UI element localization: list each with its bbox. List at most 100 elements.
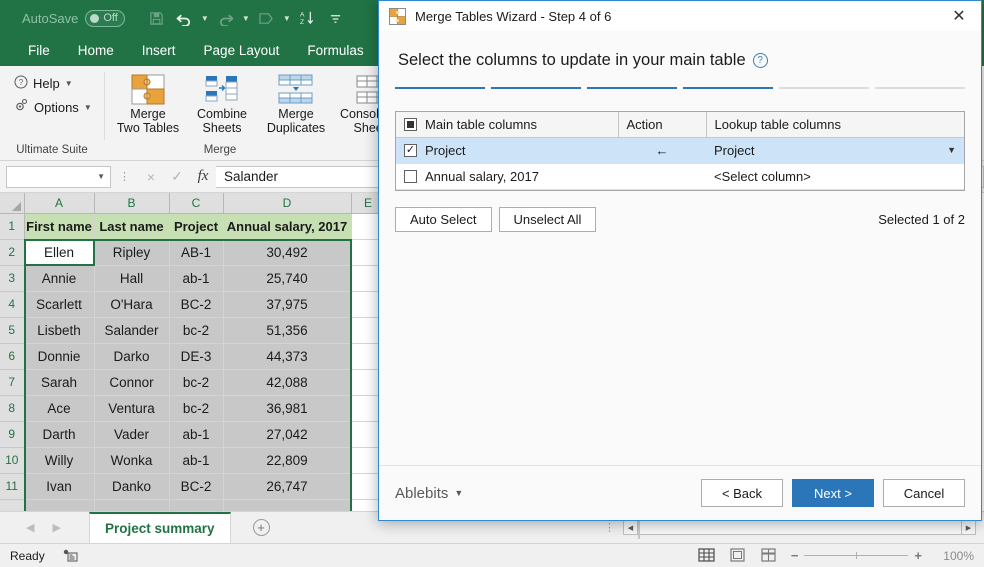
row-2-checkbox[interactable] bbox=[404, 169, 417, 183]
cell-a10[interactable]: Willy bbox=[24, 447, 95, 474]
row-header-6[interactable]: 6 bbox=[0, 343, 25, 370]
cell-b9[interactable]: Vader bbox=[94, 421, 170, 448]
table-row[interactable]: Annual salary, 2017 <Select column> bbox=[396, 163, 964, 190]
cell-b4[interactable]: O'Hara bbox=[94, 291, 170, 318]
row-header-1[interactable]: 1 bbox=[0, 213, 25, 240]
undo-icon[interactable] bbox=[171, 5, 197, 31]
ribbon-tab-home[interactable]: Home bbox=[64, 36, 128, 66]
row-1-checkbox[interactable]: ✓ bbox=[404, 143, 417, 157]
ablebits-menu[interactable]: Ablebits ▼ bbox=[395, 485, 463, 502]
row-header-5[interactable]: 5 bbox=[0, 317, 25, 344]
page-layout-view-icon[interactable] bbox=[729, 548, 746, 563]
autosave-toggle[interactable]: AutoSave Off bbox=[22, 9, 126, 27]
zoom-in-icon[interactable]: + bbox=[914, 548, 922, 563]
scroll-left-icon[interactable]: ◀ bbox=[623, 520, 638, 535]
cell-a3[interactable]: Annie bbox=[24, 265, 95, 292]
select-all-checkbox[interactable] bbox=[404, 117, 417, 131]
touch-draw-dropdown-icon[interactable]: ▼ bbox=[281, 5, 292, 31]
sort-az-icon[interactable]: AZ bbox=[294, 5, 320, 31]
row-header-11[interactable]: 11 bbox=[0, 473, 25, 500]
cell-a11[interactable]: Ivan bbox=[24, 473, 95, 500]
previous-sheet-icon[interactable]: ◀ bbox=[26, 521, 34, 534]
cell-d2[interactable]: 30,492 bbox=[223, 239, 352, 266]
row-2-action-cell[interactable] bbox=[618, 163, 706, 190]
cell-c10[interactable]: ab-1 bbox=[169, 447, 224, 474]
next-sheet-icon[interactable]: ▶ bbox=[52, 521, 60, 534]
ribbon-tab-formulas[interactable]: Formulas bbox=[293, 36, 377, 66]
row-1-action-arrow-left-icon[interactable]: ← bbox=[618, 137, 706, 164]
undo-dropdown-icon[interactable]: ▼ bbox=[199, 5, 210, 31]
cell-c3[interactable]: ab-1 bbox=[169, 265, 224, 292]
cell-c7[interactable]: bc-2 bbox=[169, 369, 224, 396]
cell-a12[interactable] bbox=[24, 499, 95, 511]
row-1-lookup-column-cell[interactable]: Project ▼ bbox=[706, 137, 964, 164]
cell-a4[interactable]: Scarlett bbox=[24, 291, 95, 318]
autosave-switch[interactable]: Off bbox=[85, 9, 126, 27]
cell-b7[interactable]: Connor bbox=[94, 369, 170, 396]
cancel-button[interactable]: Cancel bbox=[883, 479, 965, 507]
add-sheet-icon[interactable]: + bbox=[252, 519, 270, 536]
row-1-main-column-cell[interactable]: ✓ Project bbox=[396, 137, 618, 164]
cell-c1[interactable]: Project bbox=[169, 213, 224, 240]
cell-d11[interactable]: 26,747 bbox=[223, 473, 352, 500]
page-break-view-icon[interactable] bbox=[760, 548, 777, 563]
touch-draw-icon[interactable] bbox=[253, 5, 279, 31]
row-header-10[interactable]: 10 bbox=[0, 447, 25, 474]
help-icon[interactable]: ? bbox=[752, 53, 768, 68]
cell-a9[interactable]: Darth bbox=[24, 421, 95, 448]
cell-b3[interactable]: Hall bbox=[94, 265, 170, 292]
cell-d8[interactable]: 36,981 bbox=[223, 395, 352, 422]
next-button[interactable]: Next > bbox=[792, 479, 874, 507]
redo-dropdown-icon[interactable]: ▼ bbox=[240, 5, 251, 31]
cell-d3[interactable]: 25,740 bbox=[223, 265, 352, 292]
zoom-track[interactable] bbox=[804, 552, 909, 559]
sheet-tab-project-summary[interactable]: Project summary bbox=[88, 512, 231, 543]
row-header-2[interactable]: 2 bbox=[0, 239, 25, 266]
insert-function-icon[interactable]: fx bbox=[190, 165, 216, 189]
cell-b8[interactable]: Ventura bbox=[94, 395, 170, 422]
ribbon-tab-insert[interactable]: Insert bbox=[128, 36, 190, 66]
customize-qat-icon[interactable] bbox=[322, 5, 348, 31]
cell-c12[interactable] bbox=[169, 499, 224, 511]
horizontal-scroll-track[interactable] bbox=[638, 520, 961, 539]
cell-b1[interactable]: Last name bbox=[94, 213, 170, 240]
row-2-main-column-cell[interactable]: Annual salary, 2017 bbox=[396, 163, 618, 190]
zoom-level-label[interactable]: 100% bbox=[936, 549, 974, 563]
help-dropdown-icon[interactable]: ▼ bbox=[65, 79, 73, 88]
cell-c9[interactable]: ab-1 bbox=[169, 421, 224, 448]
auto-select-button[interactable]: Auto Select bbox=[395, 206, 492, 232]
cell-a8[interactable]: Ace bbox=[24, 395, 95, 422]
dialog-title-bar[interactable]: Merge Tables Wizard - Step 4 of 6 ✕ bbox=[379, 1, 981, 31]
cell-d4[interactable]: 37,975 bbox=[223, 291, 352, 318]
cell-b12[interactable] bbox=[94, 499, 170, 511]
scrollbar-splitter[interactable]: ⋮ bbox=[604, 521, 615, 534]
enter-formula-icon[interactable]: ✓ bbox=[164, 165, 190, 189]
name-box-dropdown-icon[interactable]: ▼ bbox=[97, 172, 105, 181]
column-header-c[interactable]: C bbox=[169, 193, 224, 214]
cell-d6[interactable]: 44,373 bbox=[223, 343, 352, 370]
cell-a7[interactable]: Sarah bbox=[24, 369, 95, 396]
cell-c2[interactable]: AB-1 bbox=[169, 239, 224, 266]
cell-c4[interactable]: BC-2 bbox=[169, 291, 224, 318]
cell-a5[interactable]: Lisbeth bbox=[24, 317, 95, 344]
cell-c8[interactable]: bc-2 bbox=[169, 395, 224, 422]
zoom-out-icon[interactable]: − bbox=[791, 548, 799, 563]
cell-c5[interactable]: bc-2 bbox=[169, 317, 224, 344]
cell-d10[interactable]: 22,809 bbox=[223, 447, 352, 474]
cell-d5[interactable]: 51,356 bbox=[223, 317, 352, 344]
zoom-slider[interactable]: − + bbox=[791, 548, 922, 563]
row-header-8[interactable]: 8 bbox=[0, 395, 25, 422]
ribbon-tab-page-layout[interactable]: Page Layout bbox=[190, 36, 294, 66]
ribbon-tab-file[interactable]: File bbox=[14, 36, 64, 66]
select-all-corner[interactable] bbox=[0, 193, 25, 214]
cell-c6[interactable]: DE-3 bbox=[169, 343, 224, 370]
chevron-down-icon[interactable]: ▼ bbox=[947, 145, 956, 155]
cell-a1[interactable]: First name bbox=[24, 213, 95, 240]
row-2-lookup-column-cell[interactable]: <Select column> bbox=[706, 163, 964, 190]
merge-two-tables-button[interactable]: Merge Two Tables bbox=[111, 66, 185, 135]
table-row[interactable]: ✓ Project ← Project ▼ bbox=[396, 137, 964, 164]
row-header-9[interactable]: 9 bbox=[0, 421, 25, 448]
accessibility-icon[interactable] bbox=[63, 549, 78, 563]
cell-b5[interactable]: Salander bbox=[94, 317, 170, 344]
merge-duplicates-button[interactable]: Merge Duplicates bbox=[259, 66, 333, 135]
